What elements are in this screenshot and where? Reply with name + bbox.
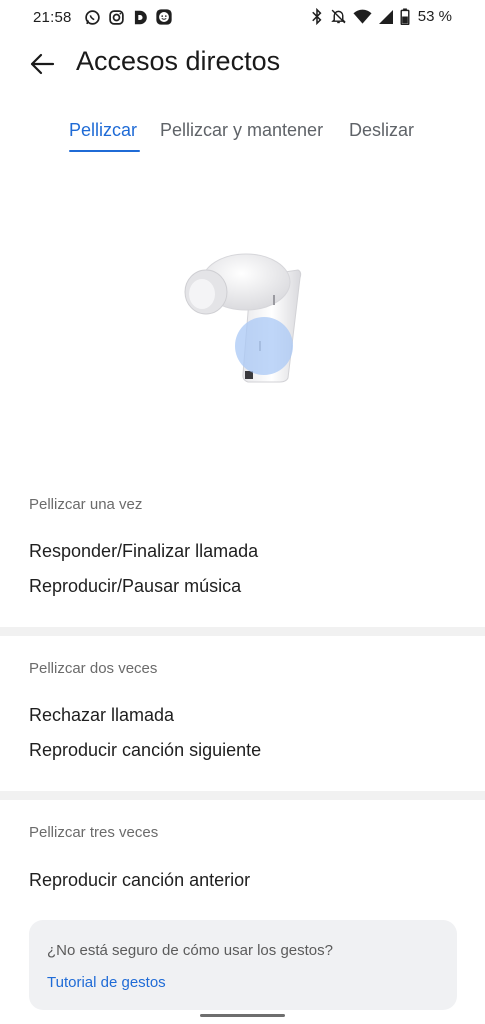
section-header-three-times: Pellizcar tres veces [29,824,159,841]
option-previous-song[interactable]: Reproducir canción anterior [29,870,250,891]
wifi-icon [353,9,372,24]
gesture-nav-handle[interactable] [200,1014,285,1017]
option-next-song[interactable]: Reproducir canción siguiente [29,740,261,761]
option-reject-call[interactable]: Rechazar llamada [29,705,174,726]
section-header-twice: Pellizcar dos veces [29,660,158,677]
tab-deslizar[interactable]: Deslizar [349,120,414,141]
option-answer-end-call[interactable]: Responder/Finalizar llamada [29,541,258,562]
option-play-pause-music[interactable]: Reproducir/Pausar música [29,576,241,597]
cell-signal-icon [378,9,393,24]
tab-pellizcar-y-mantener[interactable]: Pellizcar y mantener [160,120,323,141]
gesture-tutorial-link[interactable]: Tutorial de gestos [47,974,166,991]
tab-pellizcar[interactable]: Pellizcar [69,120,137,141]
status-time: 21:58 [33,9,72,26]
instagram-icon [109,9,124,25]
status-system-icons: 53 % [310,8,452,25]
face-app-icon [156,9,172,25]
battery-icon [400,8,410,25]
notifications-off-icon [331,9,346,24]
section-divider [0,627,485,636]
help-question: ¿No está seguro de cómo usar los gestos? [47,942,333,959]
gesture-help-card: ¿No está seguro de cómo usar los gestos?… [29,920,457,1010]
gesture-tabs: Pellizcar Pellizcar y mantener Deslizar [0,120,485,156]
whatsapp-icon [85,9,100,25]
d-app-icon [134,10,147,24]
section-header-once: Pellizcar una vez [29,496,143,513]
back-button[interactable] [26,48,58,80]
status-bar: 21:58 53 % [0,0,485,36]
page-title: Accesos directos [76,46,281,76]
tab-indicator [69,150,140,152]
arrow-back-icon [30,53,55,75]
section-divider [0,791,485,800]
status-notification-icons [84,8,173,26]
earbud-illustration [176,248,306,393]
app-bar: Accesos directos [0,36,485,92]
bluetooth-icon [312,8,322,25]
battery-percentage: 53 % [417,8,452,25]
